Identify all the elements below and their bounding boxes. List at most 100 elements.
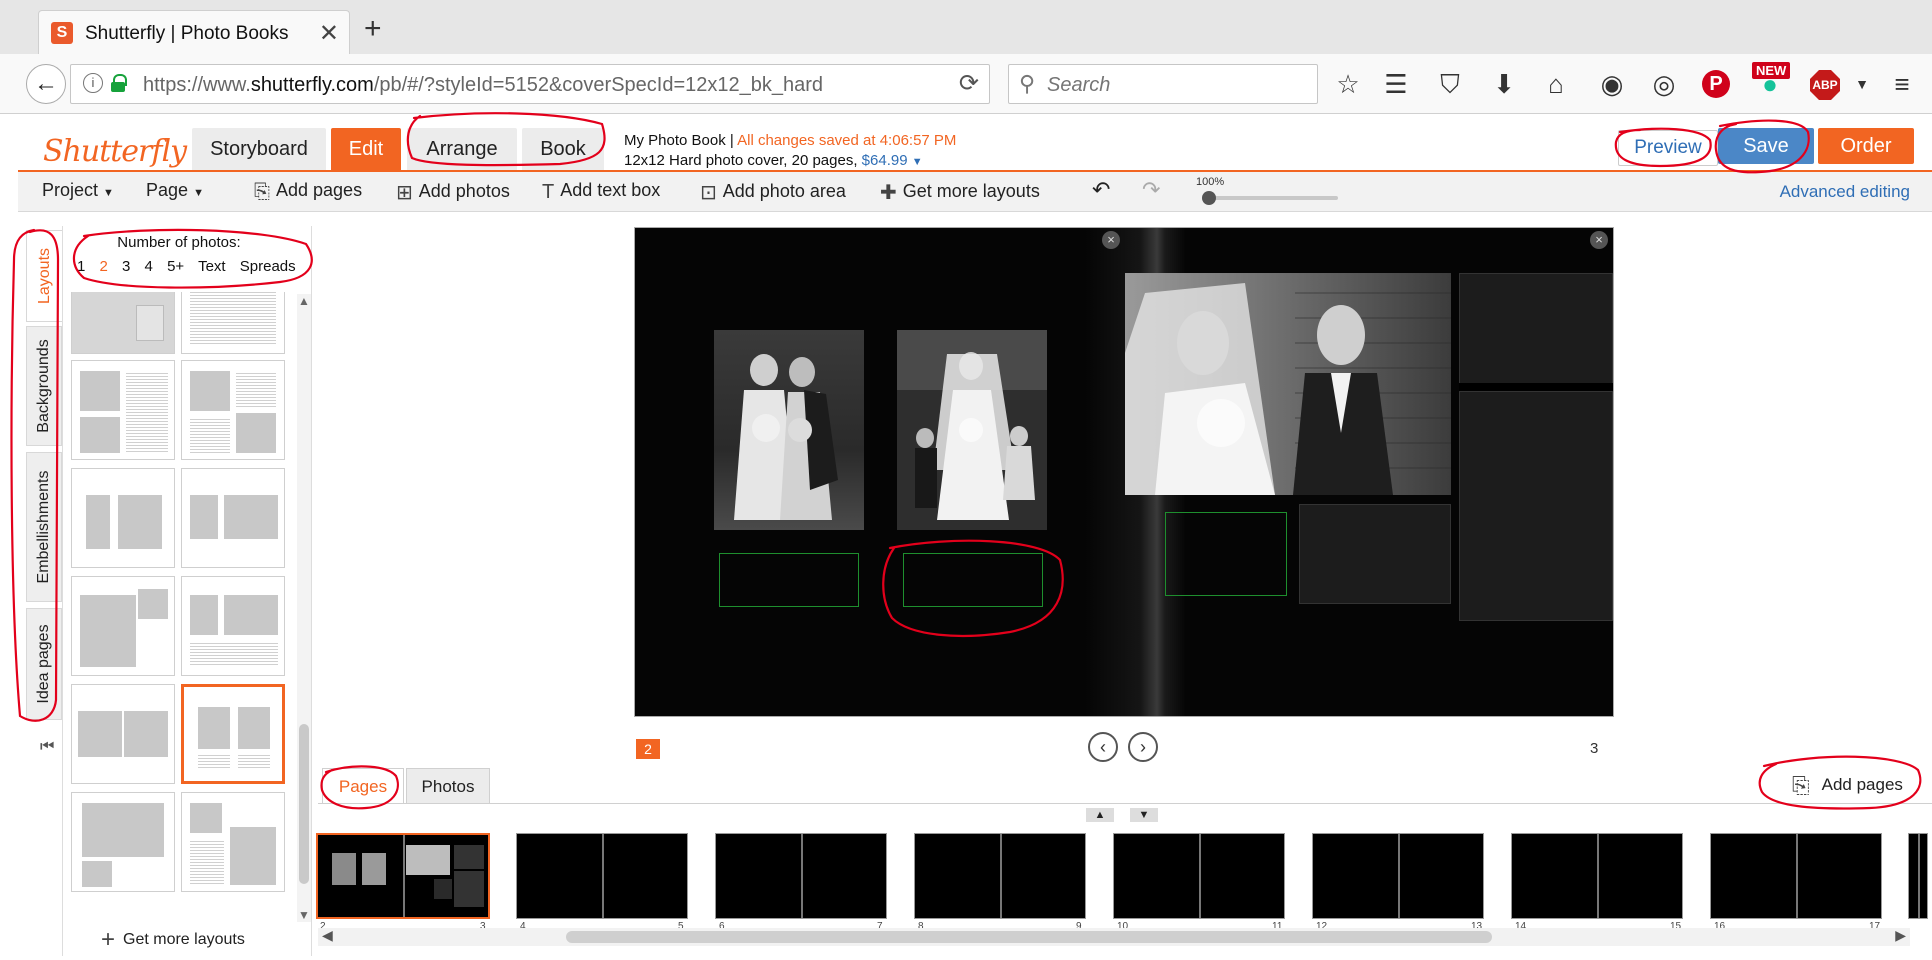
page-thumbnail[interactable]	[516, 833, 688, 919]
close-page-icon[interactable]: ×	[1102, 231, 1120, 249]
extension-owl-icon[interactable]: ◉	[1594, 66, 1630, 102]
filter-spreads[interactable]: Spreads	[240, 258, 296, 275]
tab-layouts[interactable]: Layouts	[26, 230, 62, 322]
empty-photo-area[interactable]	[1459, 273, 1613, 385]
get-more-layouts-link[interactable]: + Get more layouts	[101, 926, 245, 954]
address-bar[interactable]: i https://www.shutterfly.com/pb/#/?style…	[70, 64, 990, 104]
tab-storyboard[interactable]: Storyboard	[192, 128, 326, 170]
zoom-slider-handle[interactable]	[1202, 191, 1216, 205]
redo-icon[interactable]: ↷	[1142, 177, 1160, 203]
layout-thumbnail[interactable]	[181, 468, 285, 568]
layout-thumbnail[interactable]	[71, 468, 175, 568]
tab-photos[interactable]: Photos	[406, 768, 490, 804]
tab-book[interactable]: Book	[522, 128, 604, 170]
next-page-icon[interactable]: ›	[1128, 732, 1158, 762]
text-box-placeholder[interactable]	[719, 553, 859, 607]
undo-icon[interactable]: ↶	[1092, 177, 1110, 203]
tab-edit[interactable]: Edit	[331, 128, 401, 170]
layout-thumbnail[interactable]	[181, 292, 285, 354]
chevron-up-icon[interactable]: ▲	[1086, 808, 1114, 822]
collapse-panel-icon[interactable]: ⏮	[40, 738, 54, 756]
text-box-placeholder[interactable]	[903, 553, 1043, 607]
page-thumbnail[interactable]	[715, 833, 887, 919]
order-button[interactable]: Order	[1818, 128, 1914, 164]
book-title[interactable]: My Photo Book	[624, 132, 726, 149]
filter-3[interactable]: 3	[122, 258, 130, 275]
url-text[interactable]: https://www.shutterfly.com/pb/#/?styleId…	[143, 74, 823, 97]
tab-arrange[interactable]: Arrange	[407, 128, 517, 170]
add-text-box-tool[interactable]: T Add text box	[542, 180, 660, 204]
search-input[interactable]	[1047, 72, 1307, 98]
page-thumbnail[interactable]	[1312, 833, 1484, 919]
previous-page-icon[interactable]: ‹	[1088, 732, 1118, 762]
layout-thumbnail[interactable]	[71, 292, 175, 354]
page-thumbnail-selected[interactable]	[316, 833, 490, 919]
new-tab-icon[interactable]: +	[364, 12, 382, 46]
text-box-placeholder[interactable]	[1165, 512, 1287, 596]
download-icon[interactable]: ⬇	[1486, 66, 1522, 102]
back-button-icon[interactable]: ←	[26, 64, 66, 104]
layout-thumbnail[interactable]	[71, 576, 175, 676]
menu-icon[interactable]: ≡	[1884, 66, 1920, 102]
browser-search-box[interactable]: ⚲	[1008, 64, 1318, 104]
chevron-down-icon[interactable]: ▼	[1130, 808, 1158, 822]
reading-list-icon[interactable]: ☰	[1378, 66, 1414, 102]
photo-frame[interactable]	[1125, 273, 1451, 495]
tab-idea-pages[interactable]: Idea pages	[26, 608, 62, 720]
chevron-up-icon[interactable]: ▲	[297, 294, 311, 308]
reload-icon[interactable]: ⟳	[959, 69, 979, 98]
star-icon[interactable]: ☆	[1330, 66, 1366, 102]
page-menu[interactable]: Page ▼	[146, 180, 204, 201]
empty-photo-area[interactable]	[1459, 391, 1613, 621]
page-thumbnail[interactable]	[1113, 833, 1285, 919]
layout-scrollbar[interactable]: ▲ ▼	[297, 294, 311, 922]
layout-thumbnail[interactable]	[181, 792, 285, 892]
pocket-icon[interactable]: ⛉	[1432, 66, 1468, 102]
chevron-down-icon[interactable]: ▼	[1844, 66, 1880, 102]
layout-thumbnail[interactable]	[181, 360, 285, 460]
close-tab-icon[interactable]: ✕	[319, 19, 339, 48]
filter-5-plus[interactable]: 5+	[167, 258, 184, 275]
book-spec-line[interactable]: 12x12 Hard photo cover, 20 pages, $64.99…	[624, 152, 923, 169]
pinterest-icon[interactable]: P	[1702, 70, 1730, 98]
photo-frame[interactable]	[897, 330, 1047, 530]
chevron-right-icon[interactable]: ▶	[1895, 927, 1906, 944]
advanced-editing-link[interactable]: Advanced editing	[1780, 182, 1910, 202]
get-more-layouts-tool[interactable]: ✚ Get more layouts	[880, 180, 1040, 205]
shutterfly-logo[interactable]: Shutterfly	[43, 134, 187, 169]
adblock-icon[interactable]: ABP	[1810, 70, 1840, 100]
add-photo-area-tool[interactable]: ⊡ Add photo area	[700, 180, 846, 205]
filter-1[interactable]: 1	[77, 258, 85, 275]
project-menu[interactable]: Project ▼	[42, 180, 114, 201]
site-info-icon[interactable]: i	[83, 73, 103, 93]
chevron-down-icon[interactable]: ▼	[912, 156, 923, 168]
extension-ghost-icon[interactable]: ◎	[1646, 66, 1682, 102]
photo-frame[interactable]	[714, 330, 864, 530]
page-thumbnail[interactable]	[1908, 833, 1928, 919]
browser-tab[interactable]: S Shutterfly | Photo Books ✕	[38, 10, 350, 54]
tab-embellishments[interactable]: Embellishments	[26, 452, 62, 602]
add-photos-tool[interactable]: ⊞ Add photos	[396, 180, 510, 205]
chevron-down-icon[interactable]: ▼	[297, 908, 311, 922]
scrollbar-thumb[interactable]	[299, 724, 309, 884]
zoom-slider-track[interactable]	[1208, 196, 1338, 200]
tab-pages[interactable]: Pages	[322, 768, 404, 804]
chevron-left-icon[interactable]: ◀	[322, 927, 333, 944]
add-pages-button[interactable]: ⎘ Add pages	[1792, 773, 1903, 799]
home-icon[interactable]: ⌂	[1538, 66, 1574, 102]
page-strip-scrollbar[interactable]: ◀ ▶	[318, 927, 1910, 946]
layout-thumbnail[interactable]	[181, 576, 285, 676]
layout-thumbnail[interactable]	[71, 360, 175, 460]
empty-photo-area[interactable]	[1299, 504, 1451, 604]
filter-text[interactable]: Text	[198, 258, 226, 275]
scrollbar-thumb[interactable]	[566, 931, 1492, 943]
layout-thumbnail[interactable]	[71, 684, 175, 784]
page-thumbnail[interactable]	[914, 833, 1086, 919]
page-thumbnail[interactable]	[1710, 833, 1882, 919]
save-button[interactable]: Save	[1718, 128, 1814, 164]
filter-4[interactable]: 4	[145, 258, 153, 275]
page-spread-canvas[interactable]: × ×	[634, 227, 1614, 717]
filter-2[interactable]: 2	[100, 258, 108, 275]
tab-backgrounds[interactable]: Backgrounds	[26, 326, 62, 446]
layout-thumbnail-selected[interactable]	[181, 684, 285, 784]
